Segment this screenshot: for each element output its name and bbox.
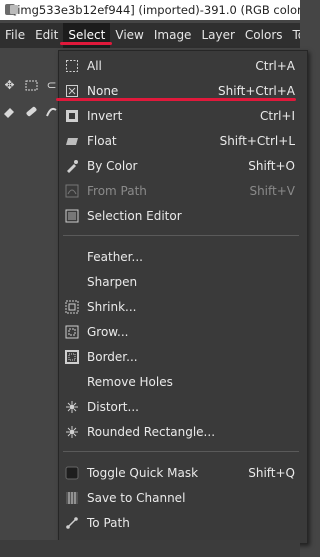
menu-item-toggle-quick-mask[interactable]: Toggle Quick Mask Shift+Q (59, 461, 301, 486)
menu-item-label: Grow... (87, 325, 129, 339)
heal-tool-icon[interactable] (24, 104, 39, 119)
menu-item-label: All (87, 59, 102, 73)
canvas-bottom-strip (0, 540, 300, 557)
title-bar: *[img533e3b12ef944] (imported)-391.0 (RG… (0, 0, 300, 20)
menu-item-label: To Path (87, 516, 130, 530)
menu-file[interactable]: File (0, 23, 30, 48)
menu-item-invert[interactable]: Invert Ctrl+I (59, 104, 301, 129)
move-tool-icon[interactable]: ✥ (2, 78, 17, 93)
menu-item-feather[interactable]: Feather... (59, 245, 301, 270)
menu-item-float[interactable]: Float Shift+Ctrl+L (59, 129, 301, 154)
none-item-highlight-underline (56, 98, 296, 101)
menu-item-label: By Color (87, 159, 138, 173)
menu-item-shortcut: Shift+Q (248, 466, 295, 480)
menu-item-shortcut: Ctrl+A (255, 59, 295, 73)
menu-item-label: Float (87, 134, 117, 148)
menu-item-label: From Path (87, 184, 147, 198)
menu-item-remove-holes[interactable]: Remove Holes (59, 370, 301, 395)
eraser-tool-icon[interactable] (2, 104, 17, 119)
grow-icon (65, 325, 79, 339)
menu-item-shortcut: Ctrl+I (260, 109, 295, 123)
menu-item-shortcut: Shift+V (249, 184, 295, 198)
by-color-icon (65, 159, 79, 173)
menu-item-by-color[interactable]: By Color Shift+O (59, 154, 301, 179)
menu-bar: File Edit Select View Image Layer Colors… (0, 23, 300, 48)
menu-item-save-to-channel[interactable]: Save to Channel (59, 486, 301, 511)
menu-item-label: Border... (87, 350, 138, 364)
menu-item-shrink[interactable]: Shrink... (59, 295, 301, 320)
menu-item-to-path[interactable]: To Path (59, 511, 301, 536)
menu-edit[interactable]: Edit (30, 23, 63, 48)
rounded-rectangle-icon (65, 425, 79, 439)
select-menu-dropdown: All Ctrl+A None Shift+Ctrl+A Invert Ctrl… (58, 50, 308, 544)
menu-item-label: Distort... (87, 400, 139, 414)
float-icon (65, 134, 79, 148)
selection-editor-icon (65, 209, 79, 223)
menu-item-label: Selection Editor (87, 209, 182, 223)
to-path-icon (65, 516, 79, 530)
menu-separator (63, 235, 299, 236)
menu-tools[interactable]: Tools (288, 23, 300, 48)
menu-item-label: Rounded Rectangle... (87, 425, 216, 439)
menu-item-label: Remove Holes (87, 375, 173, 389)
menu-item-label: Sharpen (87, 275, 138, 289)
menu-item-label: Feather... (87, 250, 143, 264)
menu-item-distort[interactable]: Distort... (59, 395, 301, 420)
select-none-icon (65, 84, 79, 98)
menu-item-label: Invert (87, 109, 123, 123)
window-title: *[img533e3b12ef944] (imported)-391.0 (RG… (7, 3, 300, 17)
quick-mask-icon (65, 466, 79, 480)
menu-item-label: Shrink... (87, 300, 137, 314)
distort-icon (65, 400, 79, 414)
menu-item-border[interactable]: Border... (59, 345, 301, 370)
menu-colors[interactable]: Colors (240, 23, 288, 48)
select-highlight-underline (60, 42, 112, 45)
menu-item-shortcut: Shift+O (248, 159, 295, 173)
menu-item-all[interactable]: All Ctrl+A (59, 54, 301, 79)
menu-item-from-path[interactable]: From Path Shift+V (59, 179, 301, 204)
menu-view[interactable]: View (110, 23, 148, 48)
save-to-channel-icon (65, 491, 79, 505)
border-icon (65, 350, 79, 364)
menu-item-label: Save to Channel (87, 491, 186, 505)
menu-item-selection-editor[interactable]: Selection Editor (59, 204, 301, 229)
lasso-tool-icon[interactable]: ⊂ (44, 78, 59, 93)
from-path-icon (65, 184, 79, 198)
menu-item-label: Toggle Quick Mask (87, 466, 199, 480)
menu-item-grow[interactable]: Grow... (59, 320, 301, 345)
invert-icon (65, 109, 79, 123)
menu-image[interactable]: Image (149, 23, 197, 48)
menu-item-rounded-rectangle[interactable]: Rounded Rectangle... (59, 420, 301, 445)
select-all-icon (65, 59, 79, 73)
menu-item-sharpen[interactable]: Sharpen (59, 270, 301, 295)
shrink-icon (65, 300, 79, 314)
smudge-tool-icon[interactable] (44, 104, 59, 119)
menu-item-shortcut: Shift+Ctrl+L (219, 134, 295, 148)
toolbox: ✥ ⊂ (0, 48, 58, 557)
menu-separator (63, 451, 299, 452)
rect-select-tool-icon[interactable] (24, 78, 39, 93)
menu-layer[interactable]: Layer (196, 23, 239, 48)
